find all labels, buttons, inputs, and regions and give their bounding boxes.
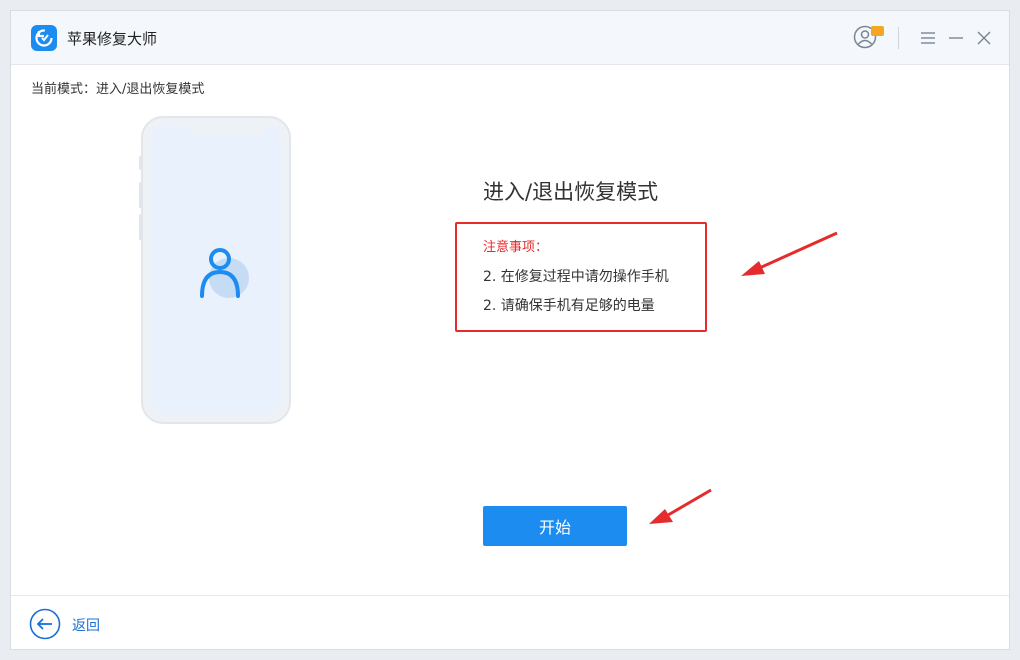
start-button[interactable]: 开始 [483, 506, 627, 546]
annotation-arrow-icon [649, 488, 712, 524]
phone-side-button [139, 182, 142, 208]
title-bar: 苹果修复大师 [11, 11, 1009, 65]
menu-icon[interactable] [919, 27, 937, 49]
back-arrow-icon[interactable] [29, 608, 61, 640]
annotation-arrow-icon [741, 231, 838, 276]
phone-notch [188, 126, 264, 136]
phone-illustration [139, 116, 291, 424]
notice-box: 注意事项： 2. 在修复过程中请勿操作手机 2. 请确保手机有足够的电量 [455, 222, 707, 332]
phone-side-button [139, 214, 142, 240]
back-link[interactable]: 返回 [72, 615, 100, 635]
app-logo-icon [31, 25, 57, 51]
person-icon [197, 246, 251, 302]
title-separator [898, 27, 899, 49]
vip-badge-icon [871, 26, 884, 36]
minimize-icon[interactable] [947, 27, 965, 49]
phone-screen [151, 126, 281, 414]
close-icon[interactable] [975, 27, 993, 49]
app-window: 苹果修复大师 当前模式：进入/退出恢复模式 进入/退出恢复模式 注意事项： 2.… [10, 10, 1010, 650]
notice-item: 2. 在修复过程中请勿操作手机 [483, 269, 669, 285]
footer-bar: 返回 [11, 595, 1009, 651]
current-mode-label: 当前模式：进入/退出恢复模式 [31, 82, 205, 97]
notice-title: 注意事项： [483, 240, 549, 255]
page-heading: 进入/退出恢复模式 [483, 180, 659, 204]
notice-item: 2. 请确保手机有足够的电量 [483, 298, 655, 314]
phone-side-button [139, 156, 142, 170]
app-title: 苹果修复大师 [67, 30, 158, 48]
